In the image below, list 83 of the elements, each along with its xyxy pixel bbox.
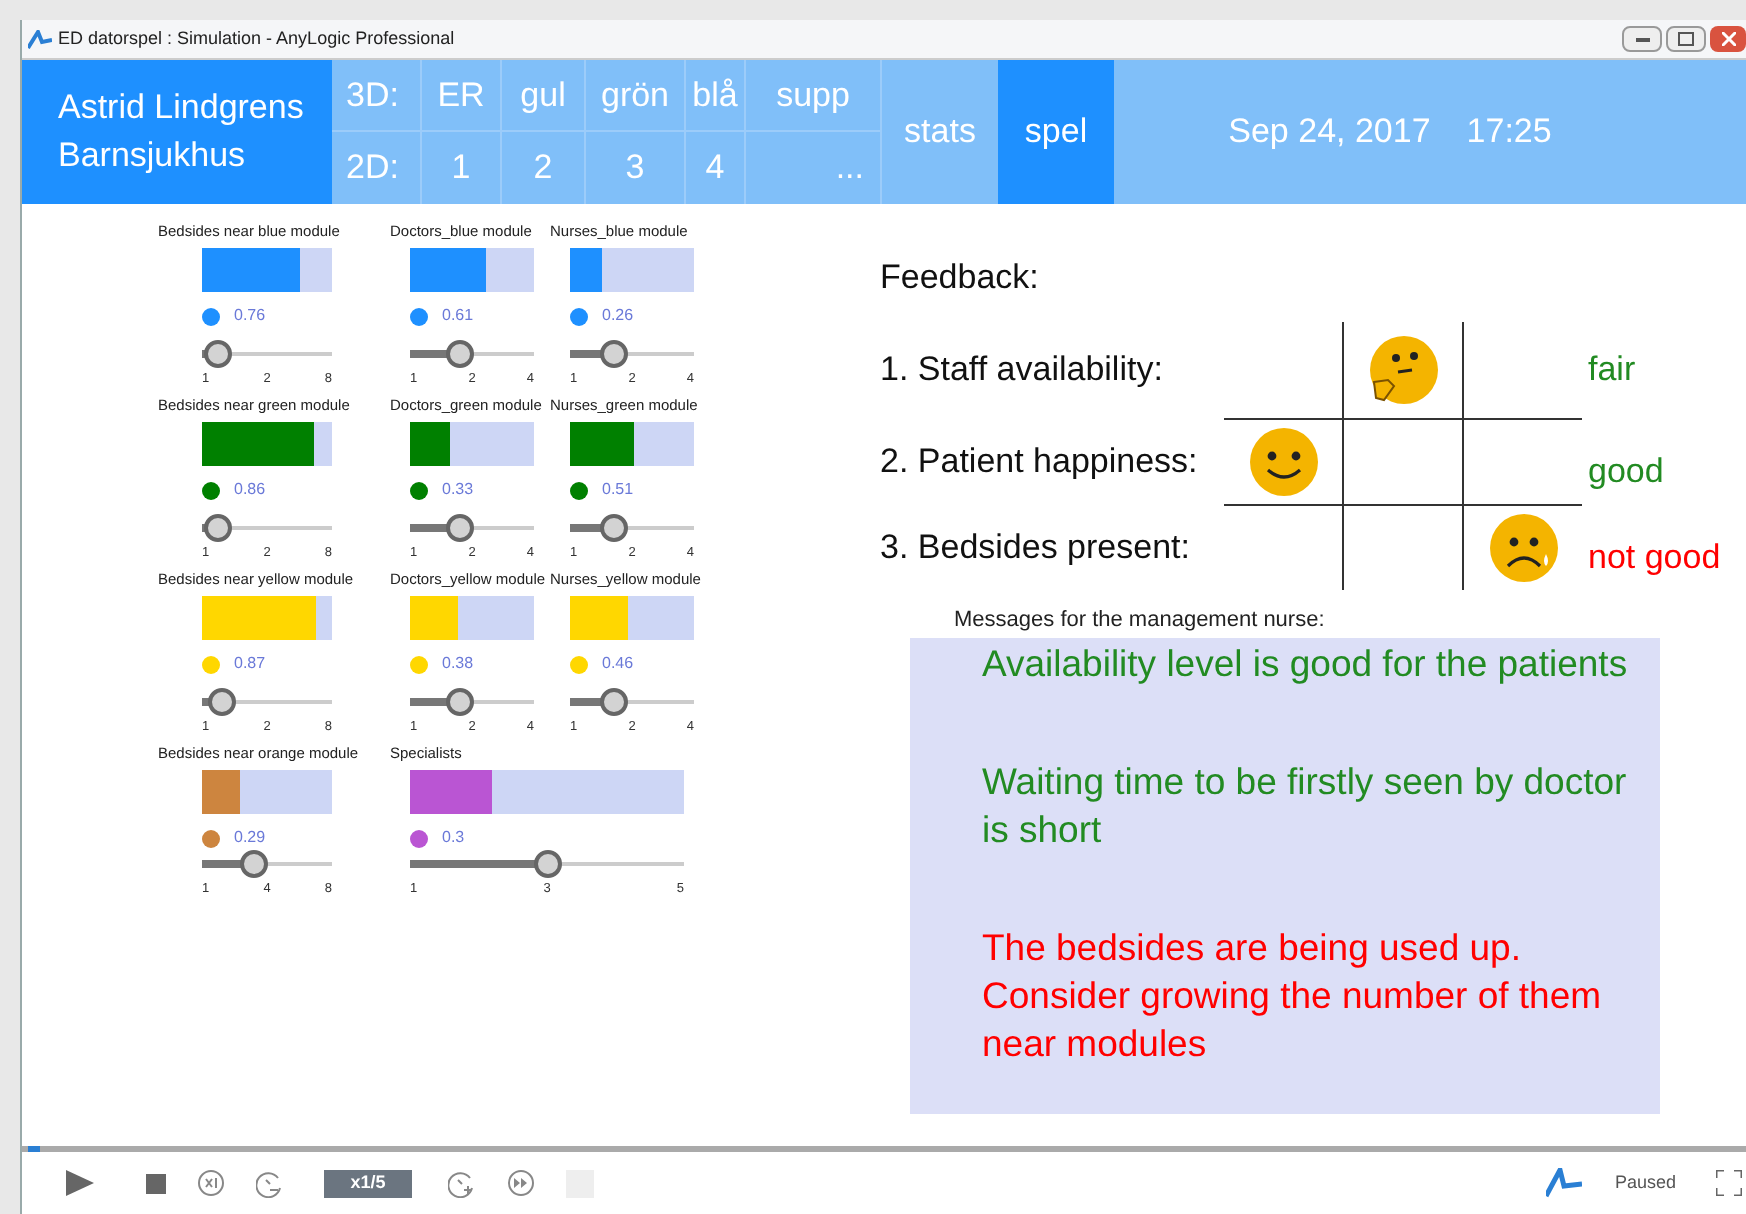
value-text: 0.26: [602, 304, 634, 328]
rating-text: not good: [1588, 535, 1721, 579]
view-link[interactable]: ...: [746, 132, 882, 204]
sad-face-icon: [1487, 512, 1559, 584]
view-label: 3D:: [332, 60, 422, 130]
view-link[interactable]: 1: [422, 132, 502, 204]
slider-thumb[interactable]: [203, 514, 232, 542]
view-link[interactable]: 4: [686, 132, 746, 204]
slider-thumb[interactable]: [240, 850, 268, 878]
view-link[interactable]: gul: [502, 60, 586, 130]
slider[interactable]: [570, 340, 694, 368]
app-logo-icon: [1546, 1168, 1583, 1198]
view-link[interactable]: blå: [686, 60, 746, 130]
nav-tab[interactable]: spel: [998, 60, 1114, 204]
view-label: 2D:: [332, 132, 422, 204]
slider-thumb[interactable]: [207, 688, 236, 716]
slider-thumb[interactable]: [599, 688, 628, 716]
smile-face-icon: [1247, 426, 1319, 498]
close-icon: [1721, 32, 1735, 46]
view-link[interactable]: 3: [586, 132, 686, 204]
value-text: 0.46: [602, 652, 634, 676]
slider-thumb[interactable]: [203, 340, 232, 368]
app-logo-icon: [28, 29, 52, 49]
play-icon[interactable]: [66, 1170, 94, 1196]
slider-thumb[interactable]: [445, 340, 474, 368]
value-text: 0.3: [442, 826, 465, 850]
speed-up-icon[interactable]: [448, 1169, 476, 1197]
speed-indicator: x1/5: [324, 1169, 412, 1197]
value-text: 0.33: [442, 478, 474, 502]
slider[interactable]: [202, 850, 332, 878]
feedback-label: 2. Patient happiness:: [880, 439, 1198, 484]
maximize-icon: [1678, 32, 1694, 46]
message-text: Availability level is good for the patients: [982, 639, 1630, 687]
close-button[interactable]: [1710, 26, 1746, 52]
slider[interactable]: [410, 514, 534, 542]
view-link[interactable]: ER: [422, 60, 502, 130]
slider[interactable]: [570, 688, 694, 716]
view-link[interactable]: 2: [502, 132, 586, 204]
minimize-button[interactable]: [1622, 26, 1662, 52]
slider-thumb[interactable]: [533, 850, 561, 878]
slider[interactable]: [202, 688, 332, 716]
hospital-name: Astrid Lindgrens Barnsjukhus: [22, 60, 332, 204]
feedback-heading: Feedback:: [880, 256, 1041, 300]
slider[interactable]: [202, 514, 332, 542]
value-text: 0.61: [442, 304, 474, 328]
status-text: Paused: [1614, 1169, 1676, 1196]
value-text: 0.51: [602, 478, 634, 502]
nav-tab[interactable]: stats: [882, 60, 998, 204]
window-title: ED datorspel : Simulation - AnyLogic Professional: [58, 25, 455, 52]
view-link[interactable]: grön: [586, 60, 686, 130]
slider[interactable]: [410, 850, 684, 878]
stop-icon[interactable]: [146, 1173, 166, 1193]
slow-down-icon[interactable]: [256, 1169, 284, 1197]
slider-thumb[interactable]: [445, 688, 474, 716]
slider[interactable]: [202, 340, 332, 368]
minimize-icon: [1635, 37, 1649, 41]
slider[interactable]: [570, 514, 694, 542]
value-text: 0.87: [234, 652, 266, 676]
view-link[interactable]: supp: [746, 60, 882, 130]
fullscreen-icon[interactable]: [1716, 1170, 1742, 1196]
slider-thumb[interactable]: [599, 514, 628, 542]
feedback-label: 1. Staff availability:: [880, 348, 1163, 393]
value-text: 0.29: [234, 826, 266, 850]
slider-thumb[interactable]: [599, 340, 628, 368]
messages-heading: Messages for the management nurse:: [954, 606, 1327, 636]
slider-thumb[interactable]: [445, 514, 474, 542]
thinking-face-icon: [1367, 334, 1439, 406]
feedback-label: 3. Bedsides present:: [880, 525, 1190, 570]
rating-text: fair: [1588, 348, 1636, 393]
progress-marker: [28, 1146, 40, 1152]
date-text: Sep 24, 2017: [1228, 110, 1431, 155]
slider[interactable]: [410, 688, 534, 716]
slider[interactable]: [410, 340, 534, 368]
speed-reset-icon[interactable]: [198, 1170, 224, 1196]
value-text: 0.38: [442, 652, 474, 676]
value-text: 0.76: [234, 304, 266, 328]
maximize-button[interactable]: [1666, 26, 1706, 52]
value-text: 0.86: [234, 478, 266, 502]
rating-text: good: [1588, 449, 1664, 493]
time-text: 17:25: [1466, 110, 1552, 155]
message-text: Waiting time to be firstly seen by doctor is short: [982, 757, 1629, 853]
message-text: The bedsides are being used up. Consider growing the number of them near modules: [982, 923, 1604, 1067]
fast-forward-icon[interactable]: [508, 1170, 534, 1196]
